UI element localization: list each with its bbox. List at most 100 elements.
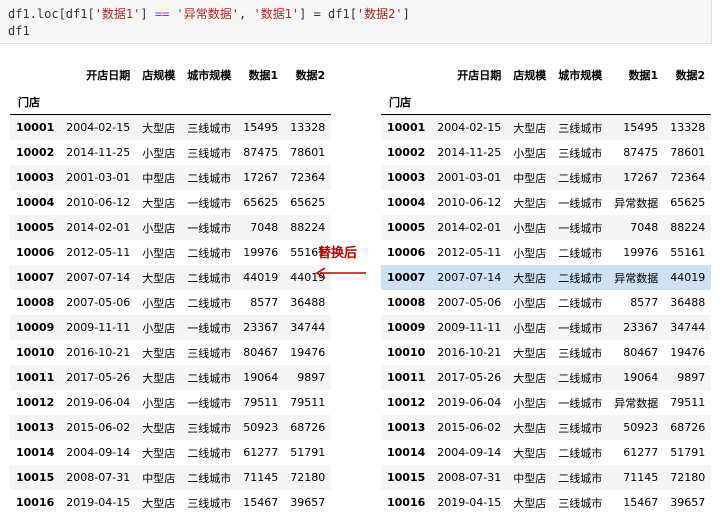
table-cell: 一线城市 [187, 396, 232, 410]
code-operator: == [154, 7, 170, 21]
table-row: 10012 2019-06-04 小型店 一线城市 79511 79511 [10, 390, 331, 415]
column-header-row: 开店日期 店规模 城市规模 数据1 数据2 [381, 60, 711, 90]
code-cell[interactable]: df1.loc[df1['数据1'] == '异常数据', '数据1'] = d… [0, 0, 712, 44]
col-header: 数据2 [295, 69, 326, 82]
table-cell: 小型店 [513, 321, 547, 335]
table-cell: 三线城市 [558, 146, 603, 160]
arrow-left-icon [315, 267, 366, 279]
table-cell: 2004-02-15 [437, 121, 502, 134]
table-cell: 二线城市 [558, 446, 603, 460]
row-index: 10004 [16, 196, 55, 209]
table-cell: 80467 [243, 346, 279, 359]
table-cell: 87475 [623, 146, 659, 159]
table-cell: 大型店 [142, 371, 176, 385]
table-row: 10001 2004-02-15 大型店 三线城市 15495 13328 [10, 114, 332, 140]
table-cell: 二线城市 [187, 371, 232, 385]
table-row: 10002 2014-11-25 小型店 三线城市 87475 78601 [381, 140, 711, 165]
table-cell: 三线城市 [187, 421, 232, 435]
table-cell: 大型店 [513, 496, 547, 510]
row-index: 10005 [16, 221, 55, 234]
col-header: 城市规模 [187, 69, 232, 82]
blank-cell [136, 90, 182, 115]
row-index: 10011 [16, 371, 55, 384]
table-cell: 三线城市 [187, 496, 232, 510]
table-cell: 61277 [623, 446, 659, 459]
table-cell: 一线城市 [558, 221, 603, 235]
table-cell: 二线城市 [558, 271, 603, 285]
table-cell: 72180 [670, 471, 706, 484]
table-cell: 15467 [243, 496, 279, 509]
table-cell: 大型店 [513, 421, 547, 435]
table-cell: 小型店 [142, 321, 176, 335]
row-index: 10011 [387, 371, 426, 384]
column-header-row: 开店日期 店规模 城市规模 数据1 数据2 [10, 60, 331, 90]
table-row: 10010 2016-10-21 大型店 三线城市 80467 19476 [10, 340, 331, 365]
table-cell: 39657 [670, 496, 706, 509]
table-cell: 61277 [243, 446, 279, 459]
table-cell: 小型店 [142, 296, 176, 310]
row-index: 10016 [16, 496, 55, 509]
table-cell: 2004-09-14 [66, 446, 131, 459]
row-index: 10001 [387, 121, 426, 134]
table-cell: 小型店 [513, 221, 547, 235]
table-cell: 2019-06-04 [66, 396, 131, 409]
table-cell: 36488 [290, 296, 326, 309]
col-header: 开店日期 [86, 69, 131, 82]
row-index: 10007 [387, 271, 426, 284]
table-cell: 大型店 [513, 271, 547, 285]
table-row: 10012 2019-06-04 小型店 一线城市 异常数据 79511 [381, 390, 711, 415]
table-cell: 三线城市 [558, 421, 603, 435]
table-cell: 大型店 [142, 121, 176, 135]
table-cell: 13328 [290, 121, 326, 134]
table-cell: 8577 [250, 296, 279, 309]
table-row: 10016 2019-04-15 大型店 三线城市 15467 39657 [10, 490, 331, 515]
row-index: 10010 [16, 346, 55, 359]
table-cell: 65625 [243, 196, 279, 209]
table-cell: 2010-06-12 [437, 196, 502, 209]
replace-annotation: 替换后 [312, 242, 372, 279]
table-row: 10004 2010-06-12 大型店 一线城市 65625 65625 [10, 190, 331, 215]
table-cell: 三线城市 [187, 121, 232, 135]
table-cell: 23367 [243, 321, 279, 334]
blank-cell [507, 90, 553, 115]
table-cell: 2015-06-02 [66, 421, 131, 434]
table-cell: 68726 [670, 421, 706, 434]
table-row: 10013 2015-06-02 大型店 三线城市 50923 68726 [381, 415, 712, 440]
code-string: '数据1' [94, 7, 141, 21]
table-cell: 三线城市 [187, 146, 232, 160]
table-cell: 大型店 [513, 446, 547, 460]
row-index: 10008 [16, 296, 55, 309]
table-cell: 大型店 [142, 421, 176, 435]
table-cell: 二线城市 [558, 371, 603, 385]
blank-cell [608, 90, 665, 115]
row-index: 10002 [16, 146, 55, 159]
table-cell: 2007-05-06 [437, 296, 502, 309]
table-cell: 88224 [670, 221, 706, 234]
table-row: 10010 2016-10-21 大型店 三线城市 80467 19476 [381, 340, 711, 365]
table-cell: 二线城市 [187, 246, 232, 260]
table-cell: 2014-02-01 [437, 221, 502, 234]
table-cell: 2009-11-11 [437, 321, 502, 334]
table-cell: 87475 [243, 146, 279, 159]
table-cell: 65625 [670, 196, 706, 209]
table-cell: 二线城市 [187, 171, 232, 185]
table-cell: 2014-11-25 [66, 146, 131, 159]
table-cell: 2007-07-14 [437, 271, 502, 284]
row-index: 10016 [387, 496, 426, 509]
dataframe-before: 开店日期 店规模 城市规模 数据1 数据2 门店 10001 2004-02-15… [10, 60, 332, 515]
table-cell: 小型店 [513, 396, 547, 410]
table-cell: 2017-05-26 [437, 371, 502, 384]
table-cell: 7048 [250, 221, 279, 234]
table-row: 10007 2007-07-14 大型店 二线城市 44019 44019 [10, 265, 332, 290]
table-cell: 2012-05-11 [437, 246, 502, 259]
row-index: 10005 [387, 221, 426, 234]
row-index: 10002 [387, 146, 426, 159]
table-row: 10015 2008-07-31 中型店 二线城市 71145 72180 [10, 465, 332, 490]
table-cell: 中型店 [513, 171, 547, 185]
table-cell: 大型店 [513, 121, 547, 135]
row-index: 10010 [387, 346, 426, 359]
table-cell: 2014-11-25 [437, 146, 502, 159]
table-row: 10011 2017-05-26 大型店 二线城市 19064 9897 [10, 365, 332, 390]
row-index: 10013 [16, 421, 55, 434]
table-cell: 一线城市 [187, 221, 232, 235]
